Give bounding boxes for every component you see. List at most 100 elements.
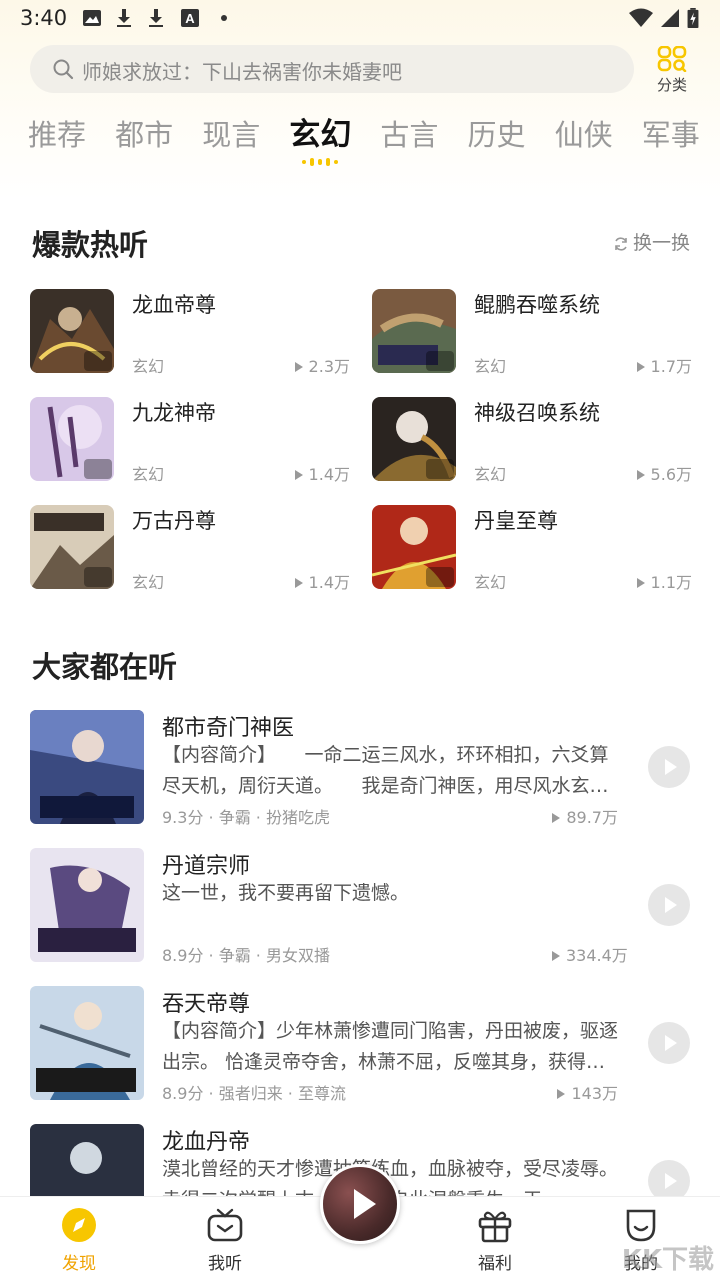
wifi-icon bbox=[629, 8, 653, 27]
hot-item[interactable]: 鲲鹏吞噬系统 玄幻 1.7万 bbox=[372, 289, 692, 376]
hot-item-plays: 2.3万 bbox=[294, 353, 350, 377]
list-item-description: 这一世，我不要再留下遗憾。 bbox=[162, 882, 410, 904]
list-item[interactable]: 都市奇门神医 【内容简介】 一命二运三风水，环环相扣，六爻算尽天机，周衍天道。 … bbox=[30, 710, 694, 828]
list-item-title: 吞天帝尊 bbox=[162, 992, 251, 1017]
hot-item-plays-value: 1.4万 bbox=[308, 573, 350, 592]
list-item[interactable]: 丹道宗师 这一世，我不要再留下遗憾。 8.9分 · 争霸 · 男女双播 334.… bbox=[30, 848, 694, 965]
book-cover bbox=[30, 505, 114, 589]
status-time: 3:40 bbox=[20, 6, 68, 30]
tab-fantasy[interactable]: 玄幻 bbox=[289, 112, 352, 166]
now-playing-button[interactable] bbox=[320, 1164, 400, 1244]
hot-item-genre: 玄幻 bbox=[132, 357, 165, 376]
hot-item-plays-value: 1.4万 bbox=[308, 465, 350, 484]
list-item-description: 【内容简介】少年林萧惨遭同门陷害，丹田被废，驱逐出宗。 恰逢灵帝夺舍，林萧不屈，… bbox=[162, 1020, 618, 1073]
tab-modern-romance[interactable]: 现言 bbox=[202, 112, 260, 162]
cover-play-icon bbox=[84, 459, 112, 479]
hot-item[interactable]: 丹皇至尊 玄幻 1.1万 bbox=[372, 505, 692, 593]
refresh-button[interactable]: 换一换 bbox=[613, 228, 690, 255]
hot-item-title: 丹皇至尊 bbox=[474, 509, 558, 533]
hot-section-title: 爆款热听 bbox=[32, 228, 149, 262]
nav-my-listening[interactable]: 我听 bbox=[180, 1207, 270, 1274]
hot-item[interactable]: 龙血帝尊 玄幻 2.3万 bbox=[30, 289, 350, 377]
hot-item-plays: 5.6万 bbox=[636, 461, 692, 485]
hot-item-genre: 玄幻 bbox=[132, 573, 165, 592]
cover-play-icon bbox=[84, 567, 112, 587]
category-label: 分类 bbox=[656, 76, 687, 94]
play-count-icon bbox=[294, 362, 303, 372]
hot-item-genre: 玄幻 bbox=[132, 465, 165, 484]
download-notification-icon bbox=[117, 9, 131, 27]
list-item-title: 丹道宗师 bbox=[162, 854, 251, 879]
hot-item-plays-value: 1.7万 bbox=[650, 357, 692, 376]
book-cover bbox=[372, 397, 456, 481]
book-cover bbox=[30, 710, 144, 824]
nav-discover[interactable]: 发现 bbox=[34, 1207, 124, 1274]
list-item-plays-value: 89.7万 bbox=[566, 808, 618, 827]
list-item[interactable]: 吞天帝尊 【内容简介】少年林萧惨遭同门陷害，丹田被废，驱逐出宗。 恰逢灵帝夺舍，… bbox=[30, 986, 694, 1104]
cover-play-icon bbox=[426, 351, 454, 371]
hot-item-plays: 1.4万 bbox=[294, 569, 350, 593]
cover-play-icon bbox=[84, 351, 112, 371]
list-item-title: 龙血丹帝 bbox=[162, 1130, 251, 1155]
category-grid-icon bbox=[657, 46, 687, 72]
hot-item-plays: 1.1万 bbox=[636, 569, 692, 593]
status-bar: 3:40 A bbox=[0, 0, 720, 36]
tab-military[interactable]: 军事 bbox=[642, 112, 700, 162]
list-item-meta: 8.9分 · 强者归来 · 至尊流 bbox=[162, 1084, 346, 1103]
tab-history[interactable]: 历史 bbox=[468, 112, 526, 162]
book-cover bbox=[30, 397, 114, 481]
play-button[interactable] bbox=[648, 884, 690, 926]
play-count-icon bbox=[636, 578, 645, 588]
tab-fantasy-label: 玄幻 bbox=[289, 117, 352, 153]
refresh-label: 换一换 bbox=[632, 232, 690, 254]
tab-recommend[interactable]: 推荐 bbox=[28, 112, 86, 162]
battery-icon bbox=[687, 8, 699, 28]
refresh-icon bbox=[615, 237, 627, 251]
hot-item-genre: 玄幻 bbox=[474, 357, 507, 376]
hot-item-genre: 玄幻 bbox=[474, 573, 507, 592]
search-icon bbox=[53, 59, 74, 80]
list-item-plays: 89.7万 bbox=[552, 804, 618, 828]
signal-icon bbox=[661, 9, 679, 27]
list-item-plays: 143万 bbox=[552, 1080, 618, 1104]
hot-item-plays-value: 1.1万 bbox=[650, 573, 692, 592]
hot-item[interactable]: 神级召唤系统 玄幻 5.6万 bbox=[372, 397, 692, 485]
nav-my-listening-label: 我听 bbox=[208, 1254, 242, 1274]
cover-play-icon bbox=[426, 567, 454, 587]
tab-urban[interactable]: 都市 bbox=[115, 112, 173, 162]
nav-benefits-label: 福利 bbox=[478, 1254, 512, 1274]
list-item-title: 都市奇门神医 bbox=[162, 716, 295, 741]
play-count-icon bbox=[552, 813, 561, 823]
hot-item-plays-value: 2.3万 bbox=[308, 357, 350, 376]
play-button[interactable] bbox=[648, 746, 690, 788]
list-item-plays-value: 334.4万 bbox=[566, 946, 628, 965]
book-cover bbox=[30, 986, 144, 1100]
genre-tabs: 推荐 都市 现言 玄幻 古言 历史 仙侠 军事 幻 bbox=[28, 112, 720, 172]
watermark: KK下载 bbox=[621, 1245, 714, 1275]
nav-discover-label: 发现 bbox=[62, 1254, 96, 1274]
dot-icon bbox=[221, 15, 227, 21]
popular-section-title: 大家都在听 bbox=[32, 650, 178, 684]
book-cover bbox=[372, 505, 456, 589]
tab-xianxia[interactable]: 仙侠 bbox=[555, 112, 613, 162]
tab-ancient-romance[interactable]: 古言 bbox=[380, 112, 438, 162]
hot-item-title: 神级召唤系统 bbox=[474, 401, 600, 425]
hot-item-genre: 玄幻 bbox=[474, 465, 507, 484]
search-placeholder: 师娘求放过：下山去祸害你未婚妻吧 bbox=[82, 60, 402, 84]
category-button[interactable]: 分类 bbox=[648, 46, 696, 96]
hot-item[interactable]: 九龙神帝 玄幻 1.4万 bbox=[30, 397, 350, 484]
hot-item[interactable]: 万古丹尊 玄幻 1.4万 bbox=[30, 505, 350, 593]
list-item-description: 【内容简介】 一命二运三风水，环环相扣，六爻算尽天机，周衍天道。 我是奇门神医，… bbox=[162, 744, 609, 797]
hot-item-title: 龙血帝尊 bbox=[132, 293, 216, 317]
hot-item-title: 万古丹尊 bbox=[132, 509, 216, 533]
list-item-plays-value: 143万 bbox=[571, 1084, 618, 1103]
play-button[interactable] bbox=[648, 1022, 690, 1064]
tab-active-indicator bbox=[302, 158, 339, 166]
book-cover bbox=[30, 848, 144, 962]
search-bar[interactable]: 师娘求放过：下山去祸害你未婚妻吧 bbox=[30, 45, 634, 93]
list-item-meta: 8.9分 · 争霸 · 男女双播 bbox=[162, 946, 330, 965]
hot-item-title: 九龙神帝 bbox=[132, 401, 216, 425]
list-item-meta: 9.3分 · 争霸 · 扮猪吃虎 bbox=[162, 808, 330, 827]
nav-benefits[interactable]: 福利 bbox=[450, 1207, 540, 1274]
download-notification-icon bbox=[149, 9, 163, 27]
